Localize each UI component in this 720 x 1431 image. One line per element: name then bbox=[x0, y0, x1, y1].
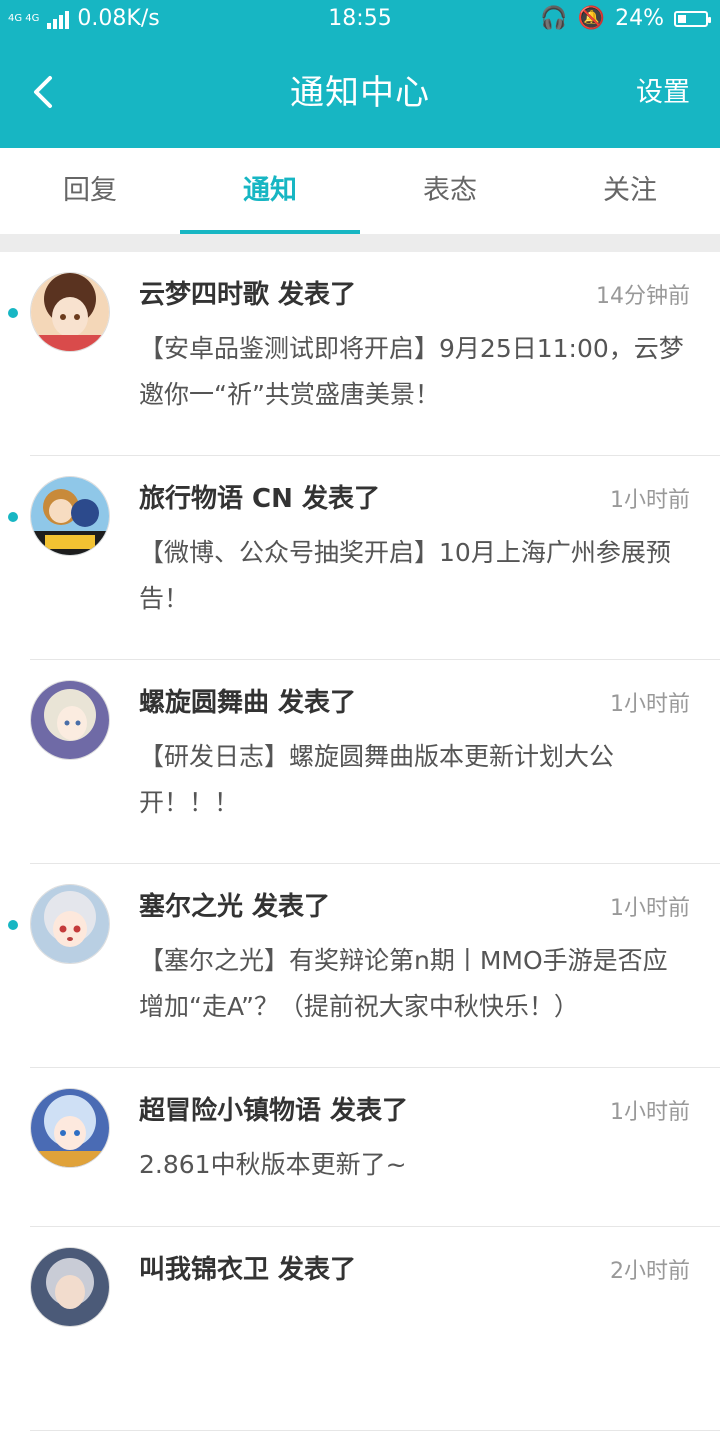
avatar-image bbox=[31, 273, 109, 351]
status-bar: 4G 4G 0.08K/s 18:55 🎧 🔕 24% bbox=[0, 0, 720, 38]
battery-percent: 24% bbox=[615, 6, 664, 31]
timestamp: 2小时前 bbox=[610, 1259, 690, 1284]
tab-notify[interactable]: 通知 bbox=[180, 148, 360, 234]
timestamp: 1小时前 bbox=[610, 896, 690, 921]
timestamp: 14分钟前 bbox=[596, 284, 690, 309]
title-bar: 通知中心 设置 bbox=[0, 38, 720, 148]
list-item[interactable]: 螺旋圆舞曲 发表了 1小时前 【研发日志】螺旋圆舞曲版本更新计划大公开！！！ bbox=[30, 660, 720, 864]
unread-dot bbox=[8, 920, 18, 930]
notification-text: 【塞尔之光】有奖辩论第n期丨MMO手游是否应增加“走A”？（提前祝大家中秋快乐！… bbox=[139, 946, 668, 1021]
author-name: 螺旋圆舞曲 发表了 bbox=[139, 688, 357, 718]
list-item[interactable]: 超冒险小镇物语 发表了 1小时前 2.861中秋版本更新了~ bbox=[30, 1068, 720, 1227]
mute-bell-icon: 🔕 bbox=[577, 6, 606, 31]
notification-text: 【微博、公众号抽奖开启】10月上海广州参展预告！ bbox=[139, 538, 671, 613]
avatar-image bbox=[31, 1248, 109, 1326]
author-name: 云梦四时歌 发表了 bbox=[139, 280, 357, 310]
tab-reply[interactable]: 回复 bbox=[0, 148, 180, 234]
avatar[interactable] bbox=[30, 1088, 110, 1168]
list-item[interactable]: 叫我锦衣卫 发表了 2小时前 bbox=[30, 1227, 720, 1431]
list-item[interactable]: 塞尔之光 发表了 1小时前 【塞尔之光】有奖辩论第n期丨MMO手游是否应增加“走… bbox=[8, 864, 720, 1068]
notification-text: 【安卓品鉴测试即将开启】9月25日11:00，云梦邀你一“祈”共赏盛唐美景！ bbox=[139, 334, 684, 409]
author-name: 塞尔之光 发表了 bbox=[139, 892, 331, 922]
notification-text: 2.861中秋版本更新了~ bbox=[139, 1150, 407, 1179]
unread-dot bbox=[8, 308, 18, 318]
timestamp: 1小时前 bbox=[610, 488, 690, 513]
avatar-image bbox=[31, 681, 109, 759]
tab-follow[interactable]: 关注 bbox=[540, 148, 720, 234]
timestamp: 1小时前 bbox=[610, 1100, 690, 1125]
avatar-image bbox=[31, 885, 109, 963]
timestamp: 1小时前 bbox=[610, 692, 690, 717]
avatar[interactable] bbox=[30, 476, 110, 556]
list-item[interactable]: 旅行物语 CN 发表了 1小时前 【微博、公众号抽奖开启】10月上海广州参展预告… bbox=[8, 456, 720, 660]
avatar[interactable] bbox=[30, 884, 110, 964]
avatar-image bbox=[31, 477, 109, 555]
notification-list: 云梦四时歌 发表了 14分钟前 【安卓品鉴测试即将开启】9月25日11:00，云… bbox=[0, 252, 720, 1431]
headset-icon: 🎧 bbox=[540, 6, 568, 31]
unread-dot bbox=[8, 512, 18, 522]
battery-icon bbox=[674, 11, 711, 27]
tab-reaction[interactable]: 表态 bbox=[360, 148, 540, 234]
app-header: 4G 4G 0.08K/s 18:55 🎧 🔕 24% 通知中心 设置 bbox=[0, 0, 720, 148]
avatar[interactable] bbox=[30, 1247, 110, 1327]
settings-button[interactable]: 设置 bbox=[636, 38, 690, 148]
page-title: 通知中心 bbox=[290, 73, 430, 113]
avatar-image bbox=[31, 1089, 109, 1167]
author-name: 超冒险小镇物语 发表了 bbox=[139, 1096, 409, 1126]
notification-text: 【研发日志】螺旋圆舞曲版本更新计划大公开！！！ bbox=[139, 742, 615, 817]
list-item[interactable]: 云梦四时歌 发表了 14分钟前 【安卓品鉴测试即将开启】9月25日11:00，云… bbox=[8, 252, 720, 456]
section-divider bbox=[0, 234, 720, 252]
tab-bar: 回复 通知 表态 关注 bbox=[0, 148, 720, 234]
author-name: 旅行物语 CN 发表了 bbox=[139, 484, 380, 514]
avatar[interactable] bbox=[30, 272, 110, 352]
avatar[interactable] bbox=[30, 680, 110, 760]
author-name: 叫我锦衣卫 发表了 bbox=[139, 1255, 357, 1285]
